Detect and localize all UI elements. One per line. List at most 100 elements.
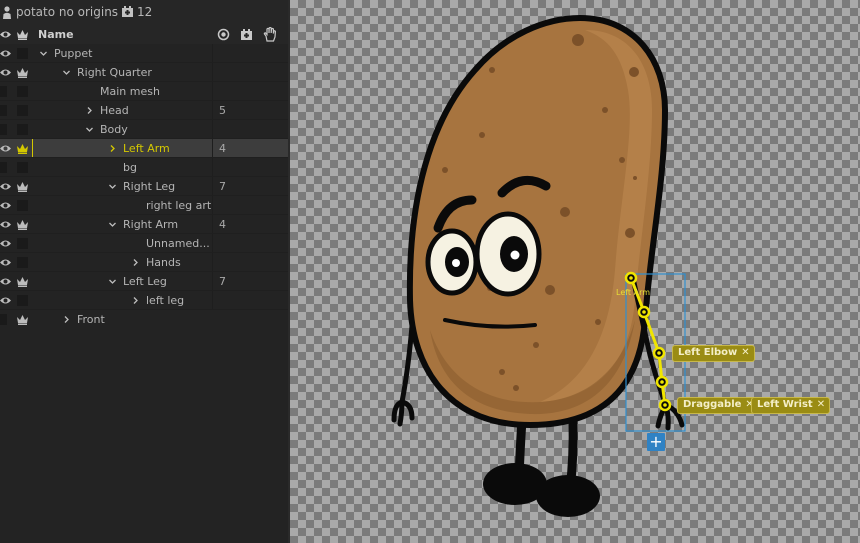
puppet-name: potato no origins: [16, 5, 119, 19]
potato-body: [406, 14, 669, 429]
layer-row-body[interactable]: Body: [0, 120, 290, 139]
layer-row-right-quarter[interactable]: Right Quarter: [0, 63, 290, 82]
layer-label: Right Leg: [123, 180, 176, 193]
layer-label: Front: [77, 313, 105, 326]
layer-label: Puppet: [54, 47, 93, 60]
layer-label: Right Arm: [123, 218, 179, 231]
visibility-toggle-box[interactable]: [0, 314, 7, 325]
layer-row-head[interactable]: Head 5: [0, 101, 290, 120]
chevron-right-icon[interactable]: [131, 258, 140, 267]
layer-row-front[interactable]: Front: [0, 310, 290, 329]
remove-tag-icon[interactable]: ✕: [741, 347, 749, 358]
layer-list-header: Name: [0, 25, 290, 44]
warp-toggle-box[interactable]: [17, 257, 28, 268]
eye-icon[interactable]: [0, 182, 11, 191]
layer-row-left-leg-art[interactable]: left leg: [0, 291, 290, 310]
layer-row-left-arm[interactable]: Left Arm 4: [0, 139, 290, 158]
chevron-down-icon[interactable]: [108, 277, 117, 286]
eye-icon[interactable]: [0, 49, 11, 58]
warp-toggle-box[interactable]: [17, 48, 28, 59]
puppet-count: 12: [137, 5, 153, 19]
remove-tag-icon[interactable]: ✕: [817, 399, 825, 410]
left-elbow-tag[interactable]: Left Elbow ✕: [672, 345, 755, 362]
eye-icon[interactable]: [0, 277, 11, 286]
handle-column-hand-icon[interactable]: [263, 27, 277, 42]
warp-column-crown-icon[interactable]: [16, 29, 29, 40]
layer-row-left-leg[interactable]: Left Leg 7: [0, 272, 290, 291]
layer-label: Hands: [146, 256, 181, 269]
layer-label: Body: [100, 123, 128, 136]
chevron-down-icon[interactable]: [62, 68, 71, 77]
layer-row-bg[interactable]: bg: [0, 158, 290, 177]
tag-label: Left Wrist: [757, 399, 813, 410]
puppet-count-value: 4: [219, 142, 226, 155]
puppet-icon: [3, 6, 11, 19]
crown-icon[interactable]: [16, 219, 29, 230]
crown-icon[interactable]: [16, 67, 29, 78]
crown-icon[interactable]: [16, 143, 29, 154]
visibility-toggle-box[interactable]: [0, 86, 7, 97]
layer-label: Left Leg: [123, 275, 167, 288]
visibility-toggle-box[interactable]: [0, 124, 7, 135]
warp-toggle-box[interactable]: [17, 200, 28, 211]
right-eye: [474, 211, 542, 297]
layer-label: Right Quarter: [77, 66, 152, 79]
tag-label: Draggable: [683, 399, 742, 410]
puppet-count-value: 7: [219, 275, 226, 288]
layer-row-main-mesh[interactable]: Main mesh: [0, 82, 290, 101]
puppet-count-value: 4: [219, 218, 226, 231]
chevron-down-icon[interactable]: [39, 49, 48, 58]
add-handle-button[interactable]: +: [647, 433, 665, 451]
eye-icon[interactable]: [0, 68, 11, 77]
eye-icon[interactable]: [0, 258, 11, 267]
left-arm-handle-label: Left Arm: [616, 288, 651, 297]
eye-icon[interactable]: [0, 296, 11, 305]
layer-row-right-leg[interactable]: Right Leg 7: [0, 177, 290, 196]
eye-icon[interactable]: [0, 144, 11, 153]
eye-icon[interactable]: [0, 220, 11, 229]
name-column-header[interactable]: Name: [38, 28, 74, 41]
left-wrist-tag[interactable]: Left Wrist ✕: [751, 397, 831, 414]
layer-row-right-leg-art[interactable]: right leg art: [0, 196, 290, 215]
layer-label: Left Arm: [123, 142, 170, 155]
puppet-count-value: 5: [219, 104, 226, 117]
selection-marker: [32, 139, 33, 158]
visibility-toggle-box[interactable]: [0, 162, 7, 173]
layer-label: Head: [100, 104, 129, 117]
layer-label: right leg art: [146, 199, 212, 212]
layer-row-unnamed[interactable]: Unnamed...: [0, 234, 290, 253]
eye-icon[interactable]: [0, 239, 11, 248]
layer-row-hands[interactable]: Hands: [0, 253, 290, 272]
layer-label: Main mesh: [100, 85, 160, 98]
puppet-count-column-icon[interactable]: [240, 28, 253, 41]
right-foot: [536, 475, 600, 517]
visibility-toggle-box[interactable]: [0, 105, 7, 116]
chevron-down-icon[interactable]: [85, 125, 94, 134]
visibility-column-eye-icon[interactable]: [0, 30, 11, 39]
warp-toggle-box[interactable]: [17, 124, 28, 135]
layer-label: Unnamed...: [146, 237, 210, 250]
warp-toggle-box[interactable]: [17, 86, 28, 97]
warp-toggle-box[interactable]: [17, 162, 28, 173]
layer-row-right-arm[interactable]: Right Arm 4: [0, 215, 290, 234]
origin-column-icon[interactable]: [217, 28, 230, 41]
puppet-canvas[interactable]: Left Arm Left Elbow ✕ Draggable ✕ Left Wri…: [290, 0, 860, 543]
puppet-panel: potato no origins 12 Name Puppet Right Q…: [0, 0, 290, 543]
warp-toggle-box[interactable]: [17, 105, 28, 116]
crown-icon[interactable]: [16, 276, 29, 287]
crown-icon[interactable]: [16, 181, 29, 192]
layer-row-puppet[interactable]: Puppet: [0, 44, 290, 63]
eye-icon[interactable]: [0, 201, 11, 210]
chevron-right-icon[interactable]: [62, 315, 71, 324]
chevron-right-icon[interactable]: [108, 144, 117, 153]
draggable-tag[interactable]: Draggable ✕: [677, 397, 759, 414]
puppet-count-icon: [122, 6, 133, 17]
warp-toggle-box[interactable]: [17, 238, 28, 249]
puppet-count-value: 7: [219, 180, 226, 193]
warp-toggle-box[interactable]: [17, 295, 28, 306]
chevron-right-icon[interactable]: [85, 106, 94, 115]
crown-icon[interactable]: [16, 314, 29, 325]
chevron-right-icon[interactable]: [131, 296, 140, 305]
chevron-down-icon[interactable]: [108, 220, 117, 229]
chevron-down-icon[interactable]: [108, 182, 117, 191]
